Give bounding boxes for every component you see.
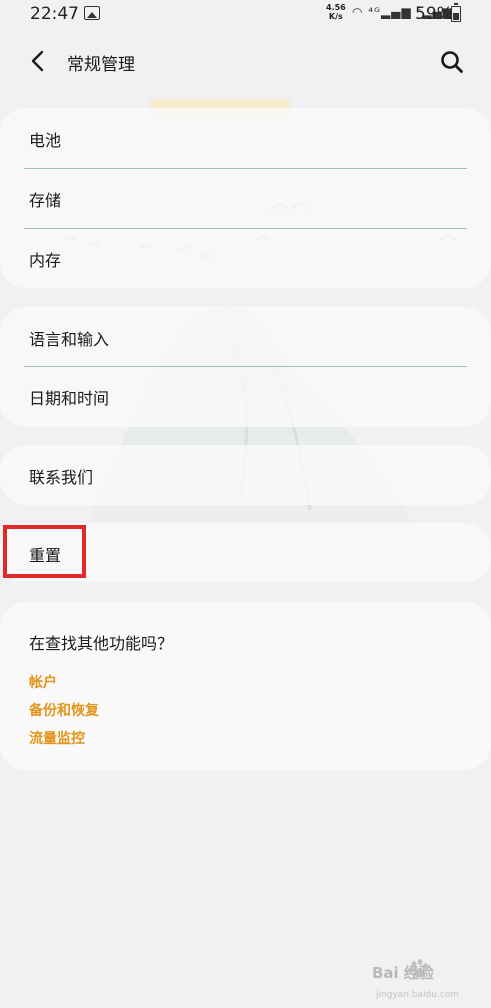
app-header: 常规管理 (0, 38, 491, 84)
settings-item-label: 内存 (29, 251, 62, 270)
network-speed-unit: K/s (328, 12, 343, 21)
more-features-title: 在查找其他功能吗？ (29, 634, 174, 653)
link-data-monitor[interactable]: 流量监控 (29, 728, 85, 748)
watermark-text: Bai 经验 (372, 964, 434, 982)
back-button[interactable] (26, 48, 52, 74)
settings-item-label: 存储 (29, 191, 62, 210)
chevron-left-icon (31, 50, 44, 72)
battery-percent: 59% (415, 4, 453, 24)
search-button[interactable] (438, 48, 466, 76)
settings-item-battery[interactable]: 电池 (0, 108, 491, 168)
battery-icon (451, 3, 461, 22)
highlight-annotation (3, 525, 86, 578)
watermark-url: jingyan.baidu.com (376, 990, 460, 1000)
settings-item-label: 日期和时间 (29, 389, 110, 408)
settings-item-storage[interactable]: 存储 (0, 168, 491, 228)
gallery-notification-icon (84, 6, 100, 20)
network-speed: 4.56 K/s (326, 3, 346, 21)
settings-group-contact: 联系我们 (0, 445, 491, 505)
settings-group-device: 电池 存储 内存 (0, 108, 491, 288)
page-title: 常规管理 (67, 55, 135, 75)
settings-item-label: 电池 (29, 131, 62, 150)
link-account[interactable]: 帐户 (29, 672, 57, 692)
settings-item-contact-us[interactable]: 联系我们 (0, 445, 491, 505)
network-speed-value: 4.56 (326, 3, 346, 12)
settings-item-language-input[interactable]: 语言和输入 (0, 307, 491, 367)
status-bar: 22:47 4.56 K/s ◠ ⁴ᴳ▂▄▆ ᴱ▂▄▆ 59% (0, 0, 491, 28)
link-backup-restore[interactable]: 备份和恢复 (29, 700, 99, 720)
settings-item-label: 语言和输入 (29, 330, 110, 349)
status-time: 22:47 (30, 4, 79, 24)
settings-group-locale: 语言和输入 日期和时间 (0, 307, 491, 427)
settings-item-date-time[interactable]: 日期和时间 (0, 366, 491, 426)
search-icon (441, 51, 463, 73)
settings-item-memory[interactable]: 内存 (0, 228, 491, 288)
more-features-card: 在查找其他功能吗？ 帐户 备份和恢复 流量监控 (0, 602, 491, 770)
settings-item-label: 联系我们 (29, 468, 94, 487)
